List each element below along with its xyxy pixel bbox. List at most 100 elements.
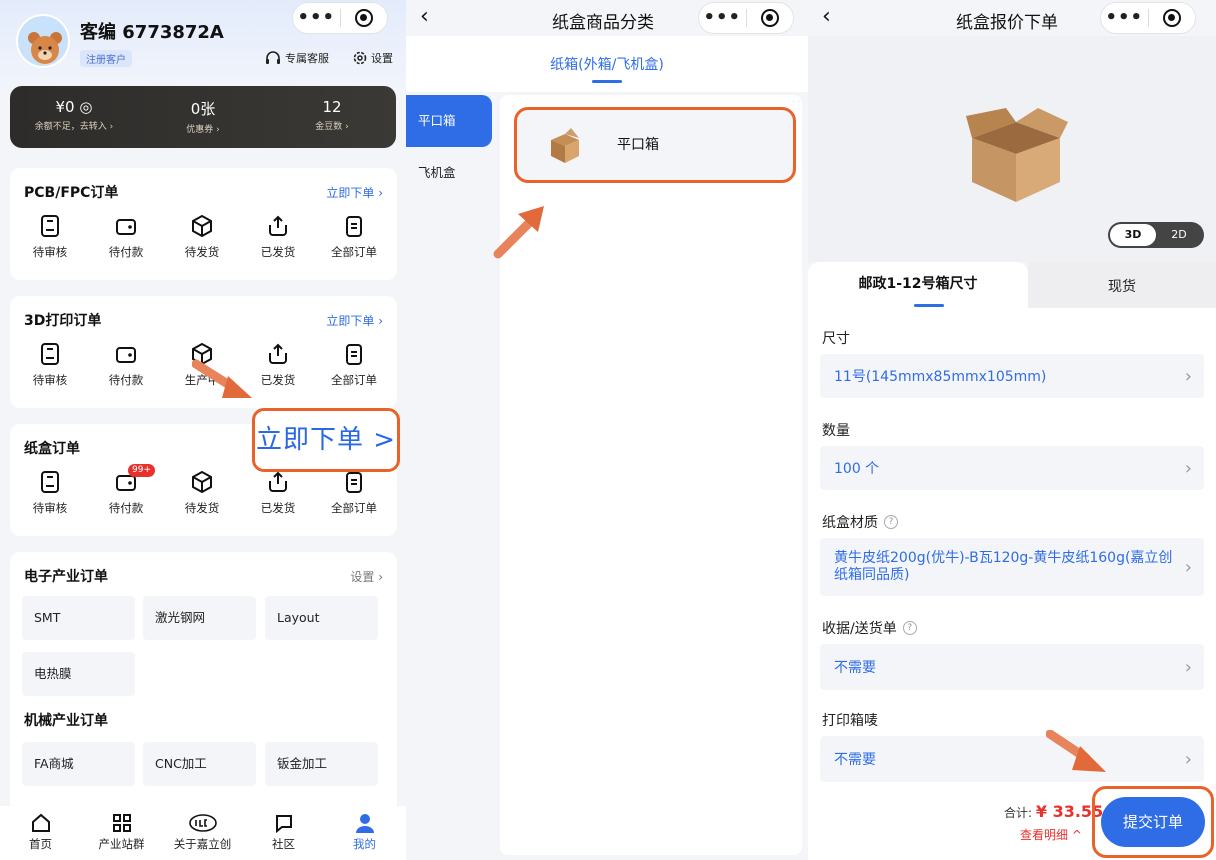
material-label-text: 纸盒材质 xyxy=(822,515,878,531)
size-label-text: 尺寸 xyxy=(822,331,850,347)
back-icon[interactable]: ‹ xyxy=(822,4,831,29)
print3d-pending-review[interactable]: 待审核 xyxy=(14,342,86,388)
box-all-orders[interactable]: 全部订单 xyxy=(318,470,390,516)
electronics-settings-link[interactable]: 设置 › xyxy=(350,568,383,585)
quote-panel: ‹ 纸盒报价下单 ••• 3D 2D 现货 邮政1-12号箱尺寸 尺寸 11号(… xyxy=(808,0,1216,860)
service-link[interactable]: 专属客服 xyxy=(264,50,329,66)
arrow-icon xyxy=(493,206,544,259)
balance-sub: 余额不足，去转入 › xyxy=(34,122,114,132)
pcb-pending-review[interactable]: 待审核 xyxy=(14,214,86,260)
more-menu-icon[interactable]: ••• xyxy=(699,4,746,32)
close-target-icon[interactable] xyxy=(1148,9,1195,27)
mechanical-title: 机械产业订单 xyxy=(24,713,108,729)
more-menu-icon[interactable]: ••• xyxy=(1101,4,1148,32)
print3d-pending-review-label: 待审核 xyxy=(32,373,68,387)
beans-stat[interactable]: 12 金豆数 › xyxy=(268,98,396,132)
review-doc-icon xyxy=(41,215,59,237)
tile-layout[interactable]: Layout xyxy=(265,596,378,640)
pcb-pending-payment-label: 待付款 xyxy=(108,245,144,259)
product-flat-box[interactable]: 平口箱 xyxy=(514,107,796,183)
print3d-pending-payment[interactable]: 待付款 xyxy=(90,342,162,388)
avatar[interactable] xyxy=(16,14,70,68)
unpaid-count-badge: 99+ xyxy=(128,464,155,477)
tab-postal-sizes[interactable]: 邮政1-12号箱尺寸 xyxy=(808,262,1028,308)
box-pending-review[interactable]: 待审核 xyxy=(14,470,86,516)
quantity-select[interactable]: 100 个 xyxy=(820,446,1204,490)
package-icon xyxy=(192,470,212,494)
tile-smt[interactable]: SMT xyxy=(22,596,135,640)
product-flat-box-label: 平口箱 xyxy=(617,137,659,153)
tab-sites[interactable]: 产业站群 xyxy=(81,806,162,860)
settings-link[interactable]: 设置 xyxy=(352,50,393,66)
home-icon xyxy=(31,813,50,832)
toggle-3d[interactable]: 3D xyxy=(1110,224,1156,246)
close-target-icon[interactable] xyxy=(340,9,387,27)
tile-sheet-metal[interactable]: 钣金加工 xyxy=(265,742,378,786)
size-select[interactable]: 11号(145mmx85mmx105mm) xyxy=(820,354,1204,398)
tab-home[interactable]: 首页 xyxy=(0,806,81,860)
chat-icon xyxy=(275,815,292,834)
carton-box-icon xyxy=(966,108,1068,202)
bottom-tab-bar: 首页 产业站群 关于嘉立创 社区 我的 xyxy=(0,806,406,860)
submit-order-button[interactable]: 提交订单 xyxy=(1101,797,1205,847)
view-details-link[interactable]: 查看明细 ^ xyxy=(1020,826,1082,843)
box-shipped[interactable]: 已发货 xyxy=(242,470,314,516)
box-pending-payment[interactable]: 99+ 待付款 xyxy=(90,464,162,516)
tab-mine[interactable]: 我的 xyxy=(324,806,405,860)
balance-stat[interactable]: ¥0 ◎ 余额不足，去转入 › xyxy=(10,98,138,132)
box-pending-ship[interactable]: 待发货 xyxy=(166,470,238,516)
user-type-badge: 注册客户 xyxy=(80,50,132,67)
tab-sites-label: 产业站群 xyxy=(98,837,145,851)
box-orders-title: 纸盒订单 xyxy=(24,441,80,457)
print3d-order-now-link[interactable]: 立即下单 › xyxy=(326,312,383,329)
material-select[interactable]: 黄牛皮纸200g(优牛)-B瓦120g-黄牛皮纸160g(嘉立创纸箱同品质) xyxy=(820,538,1204,596)
close-target-icon[interactable] xyxy=(746,9,793,27)
coupon-stat[interactable]: 0张优惠券 › xyxy=(139,98,267,135)
tab-about[interactable]: 关于嘉立创 xyxy=(162,806,243,860)
view-mode-toggle[interactable]: 3D 2D xyxy=(1108,222,1204,248)
more-menu-icon[interactable]: ••• xyxy=(293,4,340,32)
tile-stencil[interactable]: 激光钢网 xyxy=(143,596,256,640)
pcb-pending-payment[interactable]: 待付款 xyxy=(90,214,162,260)
quote-title: 纸盒报价下单 xyxy=(956,13,1058,33)
menu-item-mailer-box[interactable]: 飞机盒 xyxy=(406,147,492,199)
help-icon[interactable]: ? xyxy=(902,621,917,635)
total: 合计: ¥ 33.55 xyxy=(1004,802,1103,821)
toggle-2d[interactable]: 2D xyxy=(1156,224,1202,246)
tab-home-label: 首页 xyxy=(29,837,52,851)
tab-in-stock[interactable]: 现货 xyxy=(1028,262,1216,308)
beans-sub: 金豆数 › xyxy=(315,122,349,132)
pcb-all-orders[interactable]: 全部订单 xyxy=(318,214,390,260)
pcb-pending-ship[interactable]: 待发货 xyxy=(166,214,238,260)
tab-community[interactable]: 社区 xyxy=(243,806,324,860)
back-icon[interactable]: ‹ xyxy=(420,4,429,29)
tab-about-label: 关于嘉立创 xyxy=(173,837,232,851)
print3d-all-orders-label: 全部订单 xyxy=(331,373,377,387)
electronics-title: 电子产业订单 xyxy=(24,569,108,585)
box-pending-payment-label: 待付款 xyxy=(108,501,144,515)
marking-select[interactable]: 不需要 xyxy=(820,736,1204,782)
print3d-pending-payment-label: 待付款 xyxy=(108,373,144,387)
clipboard-icon xyxy=(346,216,362,237)
coupon-value: 0张 xyxy=(190,100,216,118)
quantity-label-text: 数量 xyxy=(822,423,850,439)
submit-highlight: 提交订单 xyxy=(1092,786,1214,858)
tile-fa-mall[interactable]: FA商城 xyxy=(22,742,135,786)
tile-cnc[interactable]: CNC加工 xyxy=(143,742,256,786)
help-icon[interactable]: ? xyxy=(884,515,898,529)
menu-item-flat-box[interactable]: 平口箱 xyxy=(406,95,492,147)
mini-program-capsule: ••• xyxy=(292,2,388,34)
tile-heating-film[interactable]: 电热膜 xyxy=(22,652,135,696)
receipt-label: 收据/送货单? xyxy=(822,618,917,638)
tab-mine-label: 我的 xyxy=(353,837,376,851)
coupon-sub: 优惠券 › xyxy=(186,125,220,135)
pcb-shipped[interactable]: 已发货 xyxy=(242,214,314,260)
total-label: 合计: xyxy=(1004,806,1036,820)
order-now-callout[interactable]: 立即下单 > xyxy=(252,408,400,472)
receipt-select[interactable]: 不需要 xyxy=(820,644,1204,690)
pcb-order-now-link[interactable]: 立即下单 › xyxy=(326,184,383,201)
tab-carton[interactable]: 纸箱(外箱/飞机盒) xyxy=(406,54,808,74)
print3d-all-orders[interactable]: 全部订单 xyxy=(318,342,390,388)
shipped-icon xyxy=(269,343,287,364)
user-icon xyxy=(355,814,374,833)
